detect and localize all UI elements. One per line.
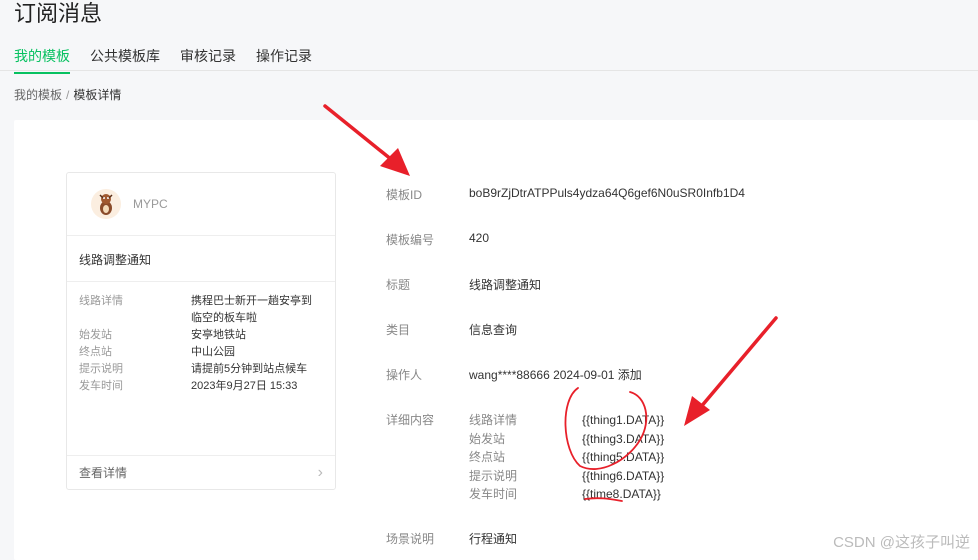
content-row: 始发站 {{thing3.DATA}} xyxy=(469,430,664,449)
template-detail: 模板ID boB9rZjDtrATPPuls4ydza64Q6gef6N0uSR… xyxy=(386,186,745,547)
preview-field-label: 线路详情 xyxy=(79,295,123,307)
preview-field-value: 安亭地铁站 xyxy=(191,329,246,341)
category-value: 信息查询 xyxy=(469,323,518,337)
preview-field-label: 发车时间 xyxy=(79,380,123,392)
preview-field-label: 终点站 xyxy=(79,346,112,358)
detail-label: 详细内容 xyxy=(386,413,435,427)
view-details-link[interactable]: 查看详情 › xyxy=(67,455,335,489)
detail-row-content: 详细内容 线路详情 {{thing1.DATA}} 始发站 {{thing3.D… xyxy=(386,411,745,504)
content-row: 线路详情 {{thing1.DATA}} xyxy=(469,411,664,430)
preview-field: 发车时间 2023年9月27日 15:33 xyxy=(79,378,319,395)
preview-title: 线路调整通知 xyxy=(79,253,152,267)
chevron-right-icon: › xyxy=(317,463,323,481)
title-value: 线路调整通知 xyxy=(469,278,542,292)
detail-label: 模板ID xyxy=(386,188,423,202)
tabs-divider xyxy=(0,70,978,71)
breadcrumb: 我的模板 / 模板详情 xyxy=(14,86,121,103)
template-preview-card: MYPC 线路调整通知 线路详情 携程巴士新开一趟安亭到临空的板车啦 始发站 安… xyxy=(66,172,336,490)
detail-label: 标题 xyxy=(386,278,411,292)
detail-row-template-id: 模板ID boB9rZjDtrATPPuls4ydza64Q6gef6N0uSR… xyxy=(386,186,745,203)
content-key: 始发站 xyxy=(469,431,506,446)
content-var: {{time8.DATA}} xyxy=(582,487,661,501)
content-row: 提示说明 {{thing6.DATA}} xyxy=(469,467,664,486)
content-row: 终点站 {{thing5.DATA}} xyxy=(469,448,664,467)
operator-value: wang****88666 2024-09-01 添加 xyxy=(469,368,642,382)
breadcrumb-parent[interactable]: 我的模板 xyxy=(14,88,62,102)
preview-field-label: 提示说明 xyxy=(79,363,123,375)
preview-fields: 线路详情 携程巴士新开一趟安亭到临空的板车啦 始发站 安亭地铁站 终点站 中山公… xyxy=(79,293,319,395)
avatar xyxy=(91,189,121,219)
mascot-icon xyxy=(99,194,113,215)
preview-field: 线路详情 携程巴士新开一趟安亭到临空的板车啦 xyxy=(79,293,319,327)
preview-field-value: 请提前5分钟到站点候车 xyxy=(191,363,308,375)
content-key: 终点站 xyxy=(469,450,506,464)
detail-label: 场景说明 xyxy=(386,531,435,546)
content-var: {{thing3.DATA}} xyxy=(582,431,665,446)
watermark: CSDN @这孩子叫逆 xyxy=(833,534,970,551)
scene-value: 行程通知 xyxy=(469,531,518,546)
breadcrumb-current: 模板详情 xyxy=(73,88,122,102)
content-table: 线路详情 {{thing1.DATA}} 始发站 {{thing3.DATA}}… xyxy=(469,411,664,504)
content-var: {{thing1.DATA}} xyxy=(582,413,665,427)
preview-field: 始发站 安亭地铁站 xyxy=(79,327,319,344)
content-key: 线路详情 xyxy=(469,413,518,427)
content-key: 发车时间 xyxy=(469,487,518,501)
detail-row-template-no: 模板编号 420 xyxy=(386,231,745,248)
content-row: 发车时间 {{time8.DATA}} xyxy=(469,485,664,504)
detail-row-title: 标题 线路调整通知 xyxy=(386,276,745,293)
detail-label: 模板编号 xyxy=(386,233,435,247)
detail-row-scene: 场景说明 行程通知 xyxy=(386,530,745,547)
preview-field-value: 中山公园 xyxy=(191,346,235,358)
content-var: {{thing6.DATA}} xyxy=(582,468,665,483)
content-key: 提示说明 xyxy=(469,468,518,483)
account-name: MYPC xyxy=(133,197,168,211)
detail-label: 操作人 xyxy=(386,368,423,382)
template-no-value: 420 xyxy=(469,231,490,245)
detail-label: 类目 xyxy=(386,323,411,337)
view-details-label: 查看详情 xyxy=(79,466,128,480)
breadcrumb-separator: / xyxy=(66,88,70,102)
content-var: {{thing5.DATA}} xyxy=(582,450,665,464)
preview-field-value: 2023年9月27日 15:33 xyxy=(191,380,298,392)
preview-field: 终点站 中山公园 xyxy=(79,344,319,361)
preview-field-value: 携程巴士新开一趟安亭到临空的板车啦 xyxy=(191,295,312,324)
preview-header: MYPC xyxy=(67,173,335,236)
detail-row-operator: 操作人 wang****88666 2024-09-01 添加 xyxy=(386,366,745,383)
detail-row-category: 类目 信息查询 xyxy=(386,321,745,338)
page-title: 订阅消息 xyxy=(14,1,103,26)
preview-divider xyxy=(67,281,335,282)
template-id-value[interactable]: boB9rZjDtrATPPuls4ydza64Q6gef6N0uSR0Infb… xyxy=(469,186,745,203)
preview-field-label: 始发站 xyxy=(79,329,112,341)
preview-field: 提示说明 请提前5分钟到站点候车 xyxy=(79,361,319,378)
